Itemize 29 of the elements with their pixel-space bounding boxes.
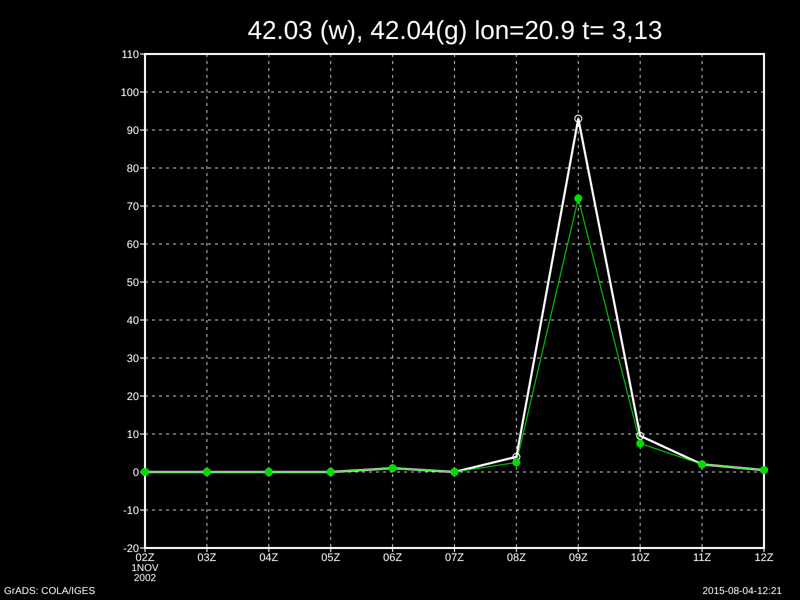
axis-label: 02Z (136, 552, 154, 564)
axis-label: 10Z (630, 552, 650, 564)
date-label: 2002 (134, 573, 156, 582)
axis-label: 50 (126, 277, 139, 289)
axis-label: 07Z (445, 552, 464, 564)
axis-label: 100 (120, 87, 139, 99)
footer-label: GrADS: COLA/IGES (4, 586, 96, 596)
chart-title: 42.03 (w), 42.04(g) lon=20.9 t= 3,13 (248, 14, 662, 47)
axis-label: -10 (123, 505, 139, 517)
axis-label: 80 (126, 163, 139, 175)
axis-label: 20 (126, 391, 139, 403)
axis-label: 110 (121, 49, 139, 61)
axis-label: 09Z (568, 552, 588, 564)
axis-label: 08Z (506, 552, 526, 564)
axis-label: 60 (126, 239, 139, 251)
axis-label: 30 (126, 353, 139, 365)
axis-label: 70 (126, 201, 139, 213)
axis-label: 06Z (383, 552, 402, 564)
axis-label: 10 (126, 429, 139, 441)
timestamp: 2015-08-04-12:21 (702, 586, 782, 596)
axis-label: 11Z (693, 552, 712, 564)
axis-label: 05Z (321, 552, 340, 564)
date-label: 1NOV (131, 563, 159, 574)
axis-label: 12Z (754, 552, 774, 564)
axis-label: 04Z (259, 552, 278, 564)
axis-label: 90 (126, 125, 139, 137)
axis-label: 40 (126, 315, 139, 327)
axis-label: 03Z (197, 552, 216, 564)
axis-label: 0 (132, 467, 139, 479)
